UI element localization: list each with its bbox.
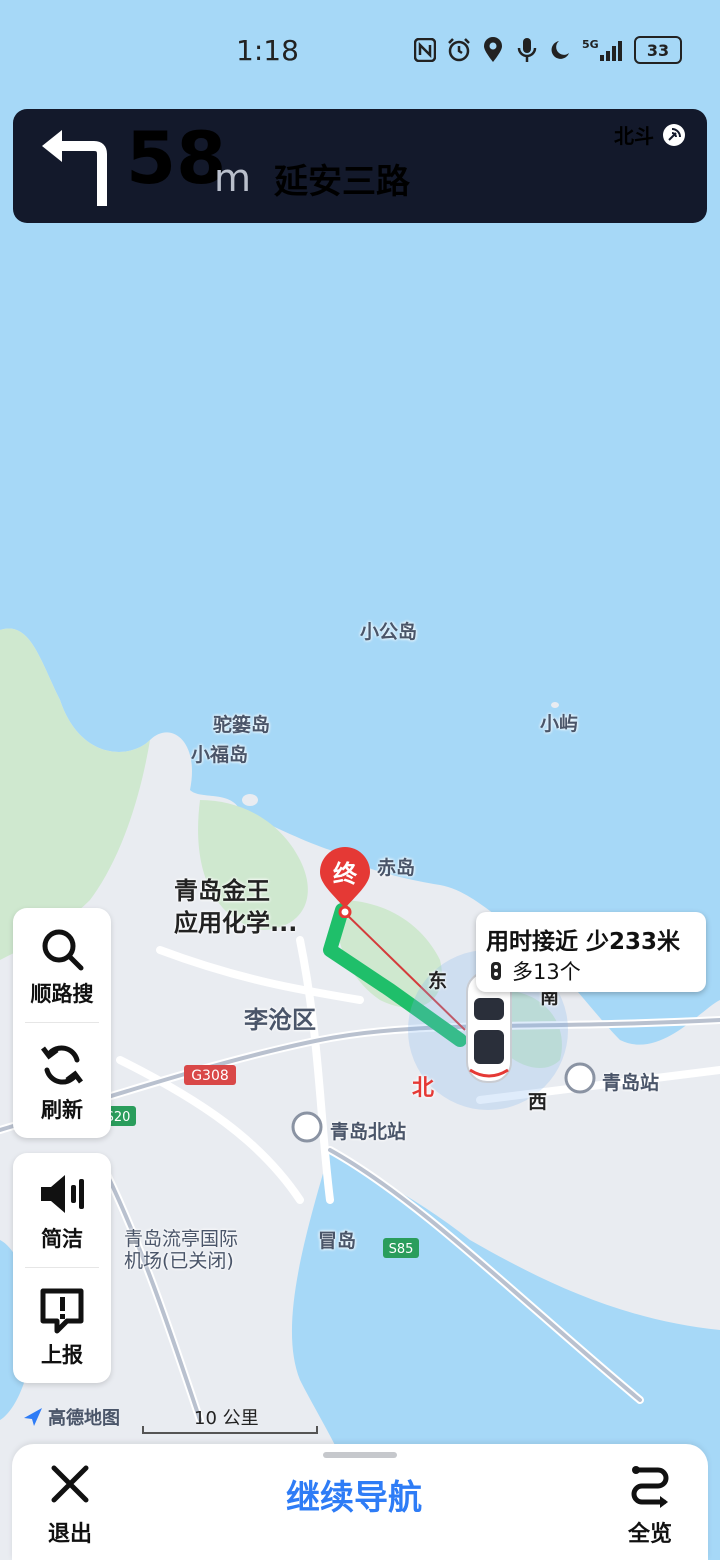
mic-icon [514, 37, 540, 63]
status-bar: 1:18 5G 33 [0, 0, 720, 100]
refresh-icon [41, 1045, 83, 1085]
exit-button[interactable]: 退出 [44, 1464, 96, 1548]
drag-handle[interactable] [323, 1452, 397, 1458]
exit-label: 退出 [47, 1522, 92, 1547]
map-scale: 10 公里 [142, 1404, 318, 1434]
svg-text:5G: 5G [582, 38, 599, 51]
map-brand: 高德地图 [22, 1404, 120, 1430]
svg-text:终: 终 [333, 860, 358, 888]
next-street-name: 延安三路 [274, 162, 410, 202]
report-label: 上报 [41, 1343, 83, 1367]
map-label: 小屿 [540, 713, 579, 735]
close-icon [51, 1465, 89, 1503]
map-label: 小公岛 [360, 621, 418, 643]
station-label: 青岛站 [602, 1072, 660, 1094]
distance-unit: m [214, 156, 252, 200]
map-scale-bar [142, 1426, 318, 1434]
side-panel-tools: 顺路搜 刷新 [13, 908, 111, 1138]
map-brand-label: 高德地图 [48, 1408, 120, 1429]
divider [25, 1267, 99, 1268]
traffic-light-icon [491, 962, 501, 980]
turn-distance: 58 [126, 116, 227, 200]
route-tip-line1: 用时接近 少233米 [486, 929, 681, 955]
report-button[interactable]: 上报 [13, 1269, 111, 1383]
route-tip-line2: 多13个 [486, 956, 581, 986]
svg-text:S85: S85 [389, 1242, 414, 1257]
voice-mode-label: 简洁 [41, 1227, 83, 1251]
road-badge-s85: S85 [383, 1238, 419, 1258]
signal-icon: 5G [582, 37, 626, 63]
compass-north: 北 [412, 1076, 435, 1101]
along-route-search-button[interactable]: 顺路搜 [13, 908, 111, 1022]
station-icon [291, 1111, 323, 1143]
alternate-route-tip[interactable]: 用时接近 少233米 多13个 [476, 912, 706, 992]
turn-left-arrow-icon [42, 130, 107, 206]
speaker-icon [41, 1175, 84, 1213]
status-icons: 5G 33 [412, 36, 682, 64]
map-label: 小福岛 [191, 744, 249, 766]
alarm-icon [446, 37, 472, 63]
route-tip-lights: 多13个 [512, 960, 581, 984]
search-icon [42, 929, 84, 971]
positioning-label: 北斗 [614, 124, 654, 148]
divider [25, 1022, 99, 1023]
continue-navigation-button[interactable]: 继续导航 [286, 1470, 422, 1519]
destination-name[interactable]: 青岛金王 应用化学... [174, 875, 297, 939]
destination-name-line1: 青岛金王 [174, 877, 270, 905]
refresh-label: 刷新 [41, 1098, 83, 1122]
destination-pin-icon[interactable]: 终 [318, 846, 372, 918]
nfc-icon [412, 37, 438, 63]
station-label: 青岛北站 [330, 1121, 407, 1143]
amap-logo-icon [24, 1408, 42, 1426]
map-label: 驼篓岛 [213, 714, 271, 736]
report-icon [40, 1288, 84, 1334]
route-overview-label: 全览 [627, 1522, 672, 1547]
road-badge-g308: G308 [184, 1065, 236, 1085]
battery-indicator: 33 [634, 36, 682, 64]
moon-icon [548, 37, 574, 63]
map-label: 冒岛 [318, 1230, 357, 1252]
svg-text:G308: G308 [191, 1068, 229, 1084]
station-icon [564, 1062, 596, 1094]
map-label: 赤岛 [377, 857, 416, 879]
along-route-search-label: 顺路搜 [30, 982, 94, 1006]
compass-east: 东 [428, 970, 448, 992]
location-icon [480, 37, 506, 63]
route-overview-button[interactable]: 全览 [622, 1464, 678, 1548]
side-panel-voice: 简洁 上报 [13, 1153, 111, 1383]
satellite-icon [663, 123, 685, 146]
route-overview-icon [631, 1466, 669, 1508]
voice-mode-button[interactable]: 简洁 [13, 1153, 111, 1267]
clock: 1:18 [236, 34, 299, 67]
airport-label: 青岛流亭国际 机场(已关闭) [124, 1228, 239, 1272]
refresh-button[interactable]: 刷新 [13, 1024, 111, 1138]
compass-west: 西 [528, 1091, 548, 1113]
destination-name-line2: 应用化学... [174, 909, 298, 937]
district-label: 李沧区 [244, 1006, 316, 1034]
positioning-source: 北斗 [614, 120, 686, 149]
